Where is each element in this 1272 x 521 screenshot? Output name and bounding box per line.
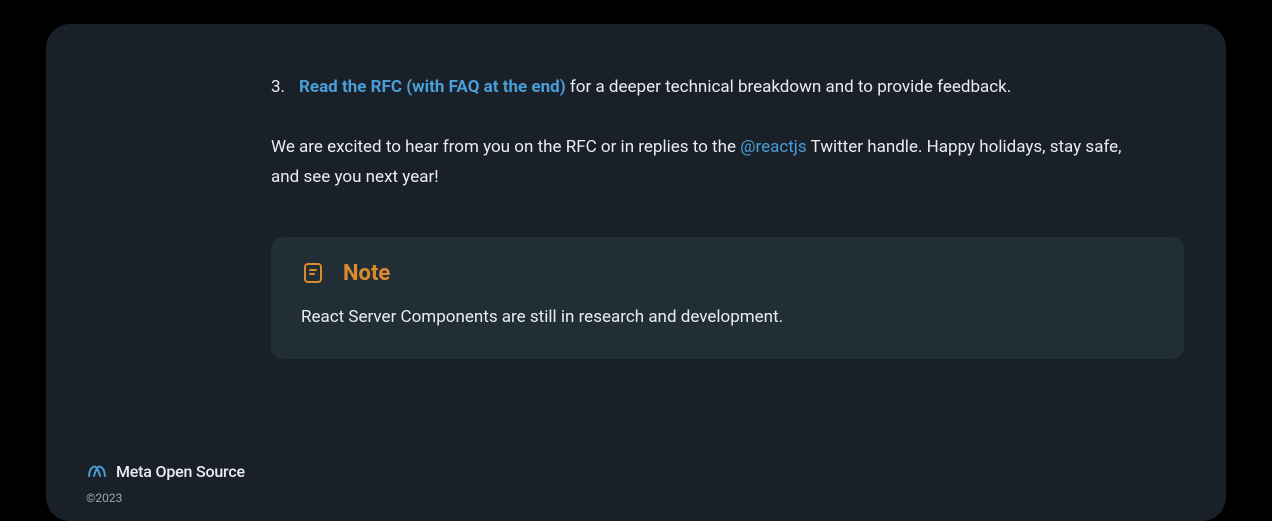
ordered-list-item: 3. Read the RFC (with FAQ at the end) fo… xyxy=(271,74,1186,101)
note-callout: Note React Server Components are still i… xyxy=(271,237,1184,359)
paragraph-before: We are excited to hear from you on the R… xyxy=(271,137,740,157)
footer: Meta Open Source ©2023 xyxy=(86,462,245,505)
list-tail-text: for a deeper technical breakdown and to … xyxy=(566,77,1012,97)
brand-text: Meta Open Source xyxy=(116,462,245,481)
content-area: 3. Read the RFC (with FAQ at the end) fo… xyxy=(46,74,1226,359)
note-header: Note xyxy=(301,261,1154,286)
twitter-handle-link[interactable]: @reactjs xyxy=(740,137,806,157)
note-title: Note xyxy=(343,261,390,286)
closing-paragraph: We are excited to hear from you on the R… xyxy=(271,133,1146,193)
rfc-link[interactable]: Read the RFC (with FAQ at the end) xyxy=(299,77,566,97)
list-item-content: Read the RFC (with FAQ at the end) for a… xyxy=(299,74,1011,101)
meta-logo-icon xyxy=(86,465,108,479)
note-body: React Server Components are still in res… xyxy=(301,304,1154,331)
page-container: 3. Read the RFC (with FAQ at the end) fo… xyxy=(46,24,1226,521)
copyright: ©2023 xyxy=(86,491,245,505)
footer-brand: Meta Open Source xyxy=(86,462,245,481)
list-number: 3. xyxy=(271,74,291,101)
note-icon xyxy=(301,261,325,285)
